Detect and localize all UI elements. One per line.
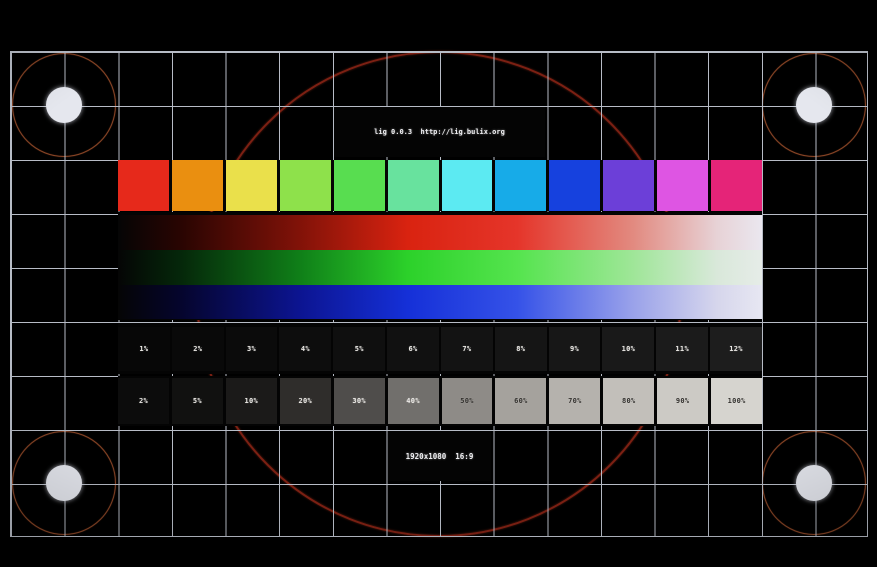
coarse-gray-step-label: 90%	[676, 397, 690, 405]
fine-gray-step-6pct: 6%	[387, 327, 439, 371]
resolution-text: 1920x1080	[406, 452, 447, 461]
coarse-gray-step-90pct: 90%	[657, 378, 708, 424]
aspect-ratio-text: 16:9	[455, 452, 473, 461]
color-swatch-violet	[603, 160, 654, 211]
color-swatch-row	[118, 160, 762, 211]
fine-gray-step-8pct: 8%	[495, 327, 547, 371]
fine-gray-step-label: 7%	[462, 345, 471, 353]
fine-gray-step-5pct: 5%	[333, 327, 385, 371]
title-bar: lig 0.0.3 http://lig.bulix.org	[334, 107, 545, 157]
fine-gray-step-1pct: 1%	[118, 327, 170, 371]
coarse-gray-step-label: 70%	[568, 397, 582, 405]
fine-gray-step-label: 12%	[729, 345, 743, 353]
color-swatch-magenta	[657, 160, 708, 211]
coarse-gray-step-40pct: 40%	[388, 378, 439, 424]
fine-gray-step-label: 8%	[516, 345, 525, 353]
coarse-gray-step-label: 80%	[622, 397, 636, 405]
coarse-gray-step-20pct: 20%	[280, 378, 331, 424]
corner-dot-bottom-left	[46, 465, 82, 501]
corner-dot-bottom-right	[796, 465, 832, 501]
coarse-gray-step-5pct: 5%	[172, 378, 223, 424]
coarse-gray-step-label: 30%	[352, 397, 366, 405]
fine-gray-step-11pct: 11%	[656, 327, 708, 371]
gradient-bar-green	[118, 250, 762, 285]
fine-gray-step-label: 1%	[139, 345, 148, 353]
coarse-gray-step-30pct: 30%	[334, 378, 385, 424]
coarse-gray-step-70pct: 70%	[549, 378, 600, 424]
fine-gray-step-10pct: 10%	[602, 327, 654, 371]
color-swatch-blue	[549, 160, 600, 211]
fine-gray-step-label: 5%	[355, 345, 364, 353]
fine-gray-step-row: 1% 2% 3% 4% 5% 6% 7% 8% 9% 10% 11% 12%	[118, 323, 762, 374]
color-swatch-orange	[172, 160, 223, 211]
coarse-gray-step-80pct: 80%	[603, 378, 654, 424]
coarse-gray-step-label: 5%	[193, 397, 202, 405]
fine-gray-step-label: 10%	[622, 345, 636, 353]
fine-gray-step-2pct: 2%	[172, 327, 224, 371]
fine-gray-step-7pct: 7%	[441, 327, 493, 371]
fine-gray-step-label: 11%	[675, 345, 689, 353]
coarse-gray-step-50pct: 50%	[442, 378, 493, 424]
fine-gray-step-9pct: 9%	[549, 327, 601, 371]
color-swatch-azure	[495, 160, 546, 211]
coarse-gray-step-label: 10%	[245, 397, 259, 405]
gradient-bar-red	[118, 215, 762, 250]
coarse-gray-step-label: 50%	[460, 397, 474, 405]
gradient-bars	[118, 212, 762, 320]
color-swatch-green	[334, 160, 385, 211]
fine-gray-step-label: 9%	[570, 345, 579, 353]
footer-bar: 1920x1080 16:9	[388, 431, 491, 481]
gradient-bar-blue	[118, 285, 762, 319]
color-swatch-yellow-green	[280, 160, 331, 211]
coarse-gray-step-100pct: 100%	[711, 378, 762, 424]
corner-dot-top-right	[796, 87, 832, 123]
fine-gray-step-3pct: 3%	[226, 327, 278, 371]
coarse-gray-step-label: 60%	[514, 397, 528, 405]
fine-gray-step-label: 6%	[409, 345, 418, 353]
fine-gray-step-label: 2%	[193, 345, 202, 353]
color-swatch-spring-green	[388, 160, 439, 211]
coarse-gray-step-10pct: 10%	[226, 378, 277, 424]
coarse-gray-step-label: 20%	[298, 397, 312, 405]
test-pattern-screen: lig 0.0.3 http://lig.bulix.org 1% 2% 3% 4% 5…	[0, 0, 877, 567]
coarse-gray-step-row: 2% 5% 10% 20% 30% 40% 50% 60% 70% 80% 90% 100%	[118, 376, 762, 426]
coarse-gray-step-label: 100%	[728, 397, 746, 405]
corner-dot-top-left	[46, 87, 82, 123]
coarse-gray-step-label: 40%	[406, 397, 420, 405]
fine-gray-step-12pct: 12%	[710, 327, 762, 371]
coarse-gray-step-label: 2%	[139, 397, 148, 405]
color-swatch-cyan	[442, 160, 493, 211]
coarse-gray-step-60pct: 60%	[495, 378, 546, 424]
color-swatch-red	[118, 160, 169, 211]
coarse-gray-step-2pct: 2%	[118, 378, 169, 424]
color-swatch-yellow	[226, 160, 277, 211]
fine-gray-step-label: 3%	[247, 345, 256, 353]
color-swatch-rose	[711, 160, 762, 211]
title-text: lig 0.0.3 http://lig.bulix.org	[374, 128, 505, 136]
fine-gray-step-4pct: 4%	[279, 327, 331, 371]
fine-gray-step-label: 4%	[301, 345, 310, 353]
